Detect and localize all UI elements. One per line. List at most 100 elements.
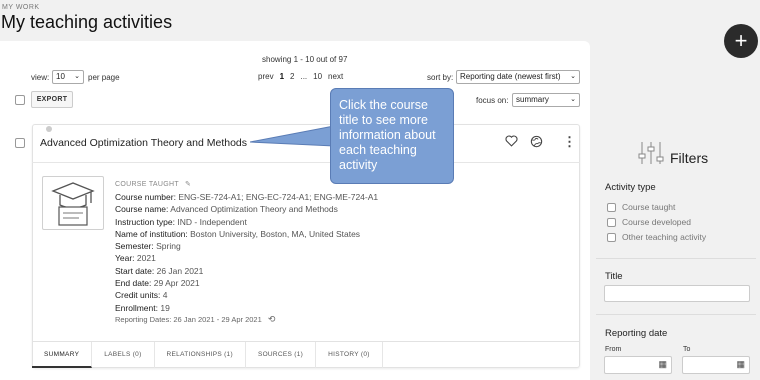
detail-key: Course number: [115, 192, 176, 202]
detail-row: Year: 2021 [115, 252, 378, 264]
detail-value: 2021 [136, 253, 156, 264]
chevron-down-icon: ⌄ [570, 96, 576, 103]
pager-prev[interactable]: prev [258, 72, 274, 81]
detail-row: Enrollment: 19 [115, 302, 378, 314]
detail-key: End date: [115, 278, 152, 289]
filter-course-taught-checkbox[interactable] [607, 203, 616, 212]
detail-row: Credit units: 4 [115, 289, 378, 301]
filter-course-taught-label: Course taught [622, 202, 676, 212]
detail-row: Start date: 26 Jan 2021 [115, 265, 378, 277]
activity-type-text: COURSE TAUGHT [115, 181, 179, 188]
detail-row: Name of institution: Boston University, … [115, 228, 378, 240]
detail-row: Instruction type: IND - Independent [115, 216, 378, 228]
filter-other-label: Other teaching activity [622, 232, 707, 242]
pager-page-1[interactable]: 1 [280, 72, 284, 81]
callout-pointer [250, 125, 335, 147]
focus-select[interactable]: summary ⌄ [512, 93, 580, 107]
calendar-icon[interactable]: ▦ [736, 359, 745, 370]
per-page-value: 10 [56, 72, 65, 81]
detail-row: Course number: ENG-SE-724-A1; ENG-EC-724… [115, 191, 378, 203]
detail-key: Name of institution: [115, 228, 188, 239]
select-all-checkbox[interactable] [15, 95, 25, 105]
detail-value: 4 [162, 290, 168, 301]
title-filter-heading: Title [605, 271, 623, 282]
activity-details: Course number: ENG-SE-724-A1; ENG-EC-724… [115, 191, 378, 314]
filter-divider [596, 314, 756, 315]
detail-key: Start date: [115, 265, 155, 276]
focus-value: summary [516, 95, 549, 104]
detail-key: Credit units: [115, 290, 161, 301]
sort-value: Reporting date (newest first) [460, 72, 561, 81]
detail-key: Course name: [115, 204, 169, 215]
more-vertical-icon[interactable]: ⋮ [563, 134, 576, 150]
per-page-label: per page [88, 73, 120, 82]
heart-icon[interactable] [505, 135, 518, 150]
detail-key: Year: [115, 253, 135, 264]
card-tabs: SUMMARY LABELS (0) RELATIONSHIPS (1) SOU… [32, 341, 580, 368]
detail-value: Advanced Optimization Theory and Methods [170, 204, 338, 215]
tab-labels[interactable]: LABELS (0) [92, 342, 155, 368]
tab-summary[interactable]: SUMMARY [32, 342, 93, 368]
globe-icon[interactable] [530, 135, 543, 151]
page-title: My teaching activities [1, 12, 173, 32]
detail-row: Course name: Advanced Optimization Theor… [115, 203, 378, 215]
refresh-icon[interactable]: ⟲ [268, 314, 276, 324]
reporting-dates-text: Reporting Dates: 26 Jan 2021 - 29 Apr 20… [115, 315, 262, 324]
export-button[interactable]: EXPORT [31, 91, 73, 108]
pager-page-10[interactable]: 10 [313, 72, 322, 81]
filter-course-developed-label: Course developed [622, 217, 691, 227]
filters-heading: Filters [670, 150, 709, 166]
detail-key: Semester: [115, 241, 154, 252]
detail-value: 29 Apr 2021 [153, 278, 200, 289]
filter-divider [596, 258, 756, 259]
filter-other-checkbox[interactable] [607, 233, 616, 242]
sort-select[interactable]: Reporting date (newest first) ⌄ [456, 70, 580, 84]
detail-row: Semester: Spring [115, 240, 378, 252]
tab-relationships[interactable]: RELATIONSHIPS (1) [155, 342, 246, 368]
tab-history[interactable]: HISTORY (0) [316, 342, 383, 368]
filters-icon [638, 140, 668, 171]
chevron-down-icon: ⌄ [74, 73, 80, 80]
reporting-dates: Reporting Dates: 26 Jan 2021 - 29 Apr 20… [115, 314, 275, 325]
from-date-input[interactable]: ▦ [604, 356, 672, 374]
detail-value: Boston University, Boston, MA, United St… [190, 228, 361, 239]
focus-label: focus on: [476, 96, 509, 105]
edit-icon[interactable]: ✎ [185, 181, 191, 188]
add-activity-button[interactable]: + [724, 24, 758, 58]
plus-icon: + [734, 28, 748, 53]
chevron-down-icon: ⌄ [570, 73, 576, 80]
sort-label: sort by: [427, 73, 454, 82]
to-label: To [683, 346, 691, 353]
page-eyebrow: MY WORK [2, 4, 40, 11]
pagination: prev 1 2 ... 10 next [258, 72, 343, 81]
detail-value: ENG-SE-724-A1; ENG-EC-724-A1; ENG-ME-724… [178, 192, 379, 202]
activity-title-link[interactable]: Advanced Optimization Theory and Methods [40, 137, 247, 149]
detail-key: Instruction type: [115, 216, 176, 227]
help-callout: Click the course title to see more infor… [330, 88, 454, 184]
detail-key: Enrollment: [115, 302, 158, 313]
from-label: From [605, 346, 622, 353]
per-page-select[interactable]: 10 ⌄ [52, 70, 84, 84]
detail-value: IND - Independent [177, 216, 247, 227]
title-filter-input[interactable] [604, 285, 750, 302]
pager-page-2[interactable]: 2 [290, 72, 294, 81]
pager-ellipsis: ... [300, 72, 308, 81]
detail-value: Spring [156, 241, 181, 252]
status-dot [46, 126, 52, 132]
reporting-date-heading: Reporting date [605, 328, 668, 339]
detail-row: End date: 29 Apr 2021 [115, 277, 378, 289]
row-checkbox[interactable] [15, 138, 25, 148]
to-date-input[interactable]: ▦ [682, 356, 750, 374]
activity-type-label: COURSE TAUGHT ✎ [115, 180, 191, 188]
tab-sources[interactable]: SOURCES (1) [246, 342, 317, 368]
course-thumbnail [42, 176, 104, 230]
pager-next[interactable]: next [328, 72, 343, 81]
detail-value: 26 Jan 2021 [156, 265, 204, 276]
activity-type-heading: Activity type [605, 182, 656, 193]
card-divider [32, 162, 580, 163]
filter-course-developed-checkbox[interactable] [607, 218, 616, 227]
graduation-cap-icon [51, 182, 95, 226]
detail-value: 19 [160, 302, 170, 313]
calendar-icon[interactable]: ▦ [658, 359, 667, 370]
results-count: showing 1 - 10 out of 97 [262, 55, 348, 64]
